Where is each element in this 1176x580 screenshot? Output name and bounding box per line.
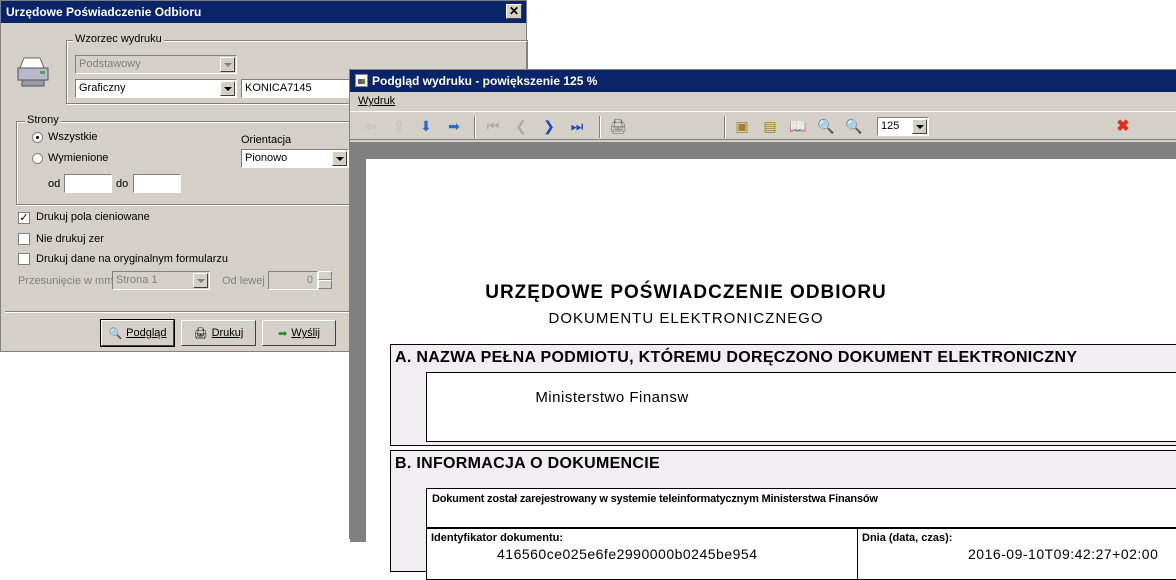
section-a-heading: A. NAZWA PEŁNA PODMIOTU, KTÓREMU DORĘCZO… bbox=[395, 349, 1078, 366]
next-page-icon[interactable]: ❯ bbox=[540, 117, 558, 135]
app-icon bbox=[355, 74, 368, 87]
document-title: URZĘDOWE POŚWIADCZENIE ODBIORU bbox=[485, 282, 887, 303]
prev-page-icon[interactable]: ❮ bbox=[512, 117, 530, 135]
chevron-down-icon[interactable] bbox=[220, 81, 235, 96]
print-preview-window: Podgląd wydruku - powiększenie 125 % Wyd… bbox=[349, 69, 1176, 580]
close-icon[interactable]: ✕ bbox=[506, 4, 522, 19]
zoom-in-icon[interactable]: 🔍 bbox=[845, 117, 863, 135]
left-offset-spinner[interactable] bbox=[318, 271, 332, 290]
original-form-checkbox[interactable] bbox=[18, 253, 30, 265]
chevron-down-icon[interactable] bbox=[220, 57, 235, 72]
offset-label: Przesunięcie w mm bbox=[18, 275, 114, 287]
document-subtitle: DOKUMENTU ELEKTRONICZNEGO bbox=[548, 310, 824, 327]
pages-listed-radio[interactable] bbox=[32, 153, 43, 164]
from-input[interactable] bbox=[64, 174, 112, 193]
send-arrow-icon: ➡ bbox=[278, 327, 288, 340]
section-b-info-box: Dokument został zarejestrowany w systemi… bbox=[426, 488, 1176, 528]
chevron-down-icon[interactable] bbox=[332, 151, 347, 166]
down-arrow-icon[interactable]: ⬇ bbox=[417, 117, 435, 135]
document-page: URZĘDOWE POŚWIADCZENIE ODBIORU DOKUMENTU… bbox=[366, 159, 1176, 580]
chevron-down-icon[interactable] bbox=[193, 273, 208, 288]
section-b: B. INFORMACJA O DOKUMENCIE Dokument zost… bbox=[390, 450, 1176, 580]
two-pages-icon[interactable]: 📖 bbox=[789, 117, 807, 135]
pages-all-radio[interactable] bbox=[32, 132, 43, 143]
left-offset-label: Od lewej bbox=[222, 275, 265, 287]
preview-button[interactable]: 🔍 Podgląd bbox=[100, 319, 175, 347]
print-dialog-titlebar[interactable]: Urzędowe Poświadczenie Odbioru ✕ bbox=[1, 1, 526, 23]
document-id-box: Identyfikator dokumentu: 416560ce025e6fe… bbox=[426, 528, 858, 580]
orientation-select[interactable]: Pionowo bbox=[241, 149, 349, 168]
preview-area[interactable]: URZĘDOWE POŚWIADCZENIE ODBIORU DOKUMENTU… bbox=[350, 142, 1176, 580]
document-id-value: 416560ce025e6fe2990000b0245be954 bbox=[497, 546, 758, 562]
print-button[interactable]: 🖨 Drukuj bbox=[181, 320, 256, 346]
preview-title: Podgląd wydruku - powiększenie 125 % bbox=[372, 74, 598, 88]
no-zeros-checkbox[interactable] bbox=[18, 233, 30, 245]
date-value: 2016-09-10T09:42:27+02:00 bbox=[968, 546, 1159, 562]
toolbar-separator bbox=[724, 116, 726, 138]
up-arrow-icon[interactable]: ⇧ bbox=[390, 117, 408, 135]
send-button[interactable]: ➡ Wyślij bbox=[262, 320, 336, 346]
template-group-label: Wzorzec wydruku bbox=[73, 33, 164, 45]
printer-icon[interactable]: 🖨 bbox=[609, 117, 627, 135]
menu-wydruk[interactable]: Wydruk bbox=[358, 95, 395, 107]
magnifier-icon: 🔍 bbox=[108, 327, 123, 340]
template-select[interactable]: Podstawowy bbox=[75, 55, 237, 74]
registration-text: Dokument został zarejestrowany w systemi… bbox=[432, 493, 878, 505]
zoom-out-icon[interactable]: 🔍 bbox=[817, 117, 835, 135]
pages-listed-label: Wymienione bbox=[48, 152, 109, 164]
orientation-label: Orientacja bbox=[241, 134, 292, 146]
to-label: do bbox=[116, 178, 129, 190]
section-a-box: Ministerstwo Finansw bbox=[426, 372, 1176, 442]
pages-all-label: Wszystkie bbox=[48, 131, 98, 143]
date-label: Dnia (data, czas): bbox=[862, 532, 953, 544]
mode-select[interactable]: Graficzny bbox=[75, 79, 237, 98]
zoom-select[interactable]: 125 bbox=[877, 117, 929, 136]
document-id-label: Identyfikator dokumentu: bbox=[431, 532, 564, 544]
shaded-fields-checkbox[interactable]: ✓ bbox=[18, 212, 30, 224]
toolbar-separator bbox=[599, 116, 601, 138]
back-arrow-icon[interactable]: ⇦ bbox=[362, 117, 380, 135]
original-form-label: Drukuj dane na oryginalnym formularzu bbox=[36, 253, 228, 265]
print-dialog-title: Urzędowe Poświadczenie Odbioru bbox=[6, 5, 202, 19]
pages-group-label: Strony bbox=[25, 114, 61, 126]
menubar: Wydruk bbox=[350, 92, 1176, 110]
close-icon[interactable]: ✖ bbox=[1114, 117, 1132, 135]
from-label: od bbox=[48, 178, 61, 190]
printer-icon: 🖨 bbox=[193, 327, 208, 340]
preview-titlebar[interactable]: Podgląd wydruku - powiększenie 125 % bbox=[350, 70, 1176, 92]
offset-page-select[interactable]: Strona 1 bbox=[112, 271, 210, 290]
to-input[interactable] bbox=[133, 174, 181, 193]
section-b-heading: B. INFORMACJA O DOKUMENCIE bbox=[395, 455, 660, 472]
fit-width-icon[interactable]: ▤ bbox=[761, 117, 779, 135]
first-page-icon[interactable]: ⏮ bbox=[484, 117, 502, 135]
printer-icon bbox=[16, 56, 50, 91]
shaded-fields-label: Drukuj pola cieniowane bbox=[36, 211, 150, 223]
chevron-down-icon[interactable] bbox=[912, 119, 927, 134]
date-box: Dnia (data, czas): 2016-09-10T09:42:27+0… bbox=[857, 528, 1176, 580]
no-zeros-label: Nie drukuj zer bbox=[36, 233, 104, 245]
left-offset-input[interactable]: 0 bbox=[268, 271, 318, 290]
preview-toolbar: ⇦ ⇧ ⬇ ➡ ⏮ ❮ ❯ ⏭ 🖨 ▣ ▤ 📖 🔍 🔍 125 ✖ bbox=[350, 111, 1176, 140]
fit-page-icon[interactable]: ▣ bbox=[733, 117, 751, 135]
toolbar-separator bbox=[474, 116, 476, 138]
entity-name: Ministerstwo Finansw bbox=[535, 389, 689, 406]
last-page-icon[interactable]: ⏭ bbox=[568, 117, 586, 135]
section-a: A. NAZWA PEŁNA PODMIOTU, KTÓREMU DORĘCZO… bbox=[390, 344, 1176, 446]
forward-arrow-icon[interactable]: ➡ bbox=[445, 117, 463, 135]
